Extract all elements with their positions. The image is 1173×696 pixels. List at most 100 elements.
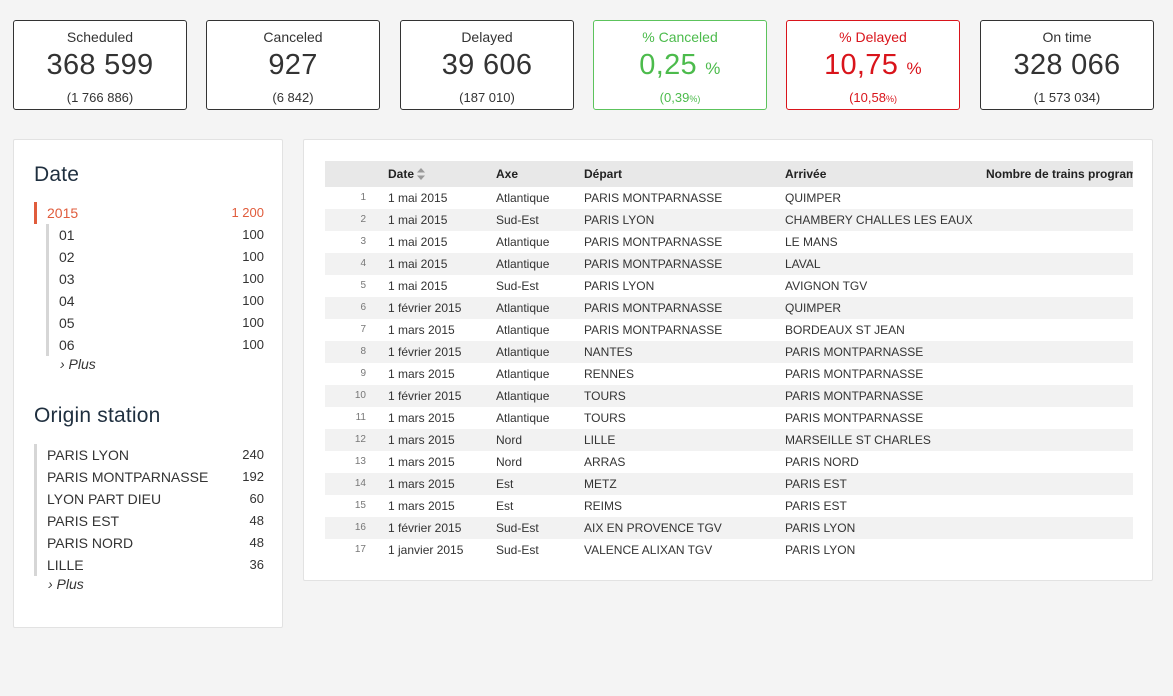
cell-date: 1 février 2015 [388, 521, 462, 535]
facet-item-count: 100 [242, 293, 264, 308]
kpi-value: 927 [268, 49, 318, 81]
kpi-sub-value: (187 010) [459, 90, 515, 105]
table-row[interactable]: 2 1 mai 2015 Sud-Est PARIS LYON CHAMBERY CHA… [325, 209, 1133, 231]
facet-item[interactable]: LYON PART DIEU 60 [37, 488, 284, 510]
cell-depart: REIMS [584, 499, 623, 513]
kpi-label: Canceled [263, 29, 323, 45]
table-row[interactable]: 3 1 mai 2015 Atlantique PARIS MONTPARNASSE L… [325, 231, 1133, 253]
table-row[interactable]: 8 1 février 2015 Atlantique NANTES PARIS MON… [325, 341, 1133, 363]
row-index: 5 [360, 280, 366, 291]
cell-date: 1 mars 2015 [388, 477, 455, 491]
facet-item[interactable]: 03 100 [49, 268, 284, 290]
column-header-arrivee[interactable]: Arrivée [785, 161, 826, 187]
cell-arrivee: QUIMPER [785, 301, 842, 315]
facet-item-count: 192 [242, 469, 264, 484]
table-row[interactable]: 6 1 février 2015 Atlantique PARIS MONTPARNA… [325, 297, 1133, 319]
cell-date: 1 février 2015 [388, 389, 462, 403]
row-index: 17 [354, 544, 366, 555]
facet-item[interactable]: PARIS MONTPARNASSE 192 [37, 466, 284, 488]
kpi-percent-canceled[interactable]: % Canceled 0,25 % (0,39%) [593, 20, 767, 110]
column-header-depart[interactable]: Départ [584, 161, 622, 187]
table-row[interactable]: 1 1 mai 2015 Atlantique PARIS MONTPARNASSE Q… [325, 187, 1133, 209]
column-header-axe[interactable]: Axe [496, 161, 518, 187]
table-row[interactable]: 7 1 mars 2015 Atlantique PARIS MONTPARNASSE… [325, 319, 1133, 341]
facet-date-list: 01 100 02 100 03 100 04 100 05 100 06 10… [46, 224, 284, 356]
facet-item-label: LILLE [47, 557, 84, 573]
facet-item[interactable]: 06 100 [49, 334, 284, 356]
facet-more-link[interactable]: › Plus [48, 574, 84, 594]
cell-date: 1 mars 2015 [388, 499, 455, 513]
facet-item[interactable]: PARIS NORD 48 [37, 532, 284, 554]
facet-selected-year[interactable]: 2015 1 200 [34, 202, 284, 224]
kpi-label: % Delayed [839, 29, 907, 45]
row-index: 14 [354, 478, 366, 489]
kpi-on-time[interactable]: On time 328 066 (1 573 034) [980, 20, 1154, 110]
kpi-sub-value: (0,39%) [659, 90, 701, 105]
cell-date: 1 février 2015 [388, 301, 462, 315]
cell-axe: Nord [496, 455, 523, 469]
table-row[interactable]: 16 1 février 2015 Sud-Est AIX EN PROVENCE T… [325, 517, 1133, 539]
cell-depart: PARIS MONTPARNASSE [584, 191, 723, 205]
kpi-canceled[interactable]: Canceled 927 (6 842) [206, 20, 380, 110]
row-index: 12 [354, 434, 366, 445]
table-row[interactable]: 14 1 mars 2015 Est METZ PARIS EST [325, 473, 1133, 495]
cell-axe: Atlantique [496, 235, 550, 249]
row-index: 8 [360, 346, 366, 357]
cell-axe: Atlantique [496, 367, 550, 381]
facet-item-label: 05 [59, 315, 75, 331]
cell-axe: Atlantique [496, 411, 550, 425]
kpi-value: 39 606 [441, 49, 533, 81]
facet-item-label: 02 [59, 249, 75, 265]
facet-item[interactable]: PARIS LYON 240 [37, 444, 284, 466]
table-row[interactable]: 9 1 mars 2015 Atlantique RENNES PARIS MONTPA… [325, 363, 1133, 385]
cell-arrivee: PARIS MONTPARNASSE [785, 389, 924, 403]
row-index: 7 [360, 324, 366, 335]
kpi-scheduled[interactable]: Scheduled 368 599 (1 766 886) [13, 20, 187, 110]
facet-item[interactable]: PARIS EST 48 [37, 510, 284, 532]
cell-depart: PARIS MONTPARNASSE [584, 301, 723, 315]
facet-more-link[interactable]: › Plus [60, 354, 96, 374]
kpi-percent-delayed[interactable]: % Delayed 10,75 % (10,58%) [786, 20, 960, 110]
column-header-nb-trains[interactable]: Nombre de trains programmés [986, 161, 1133, 187]
cell-arrivee: PARIS EST [785, 499, 847, 513]
cell-arrivee: CHAMBERY CHALLES LES EAUX [785, 213, 973, 227]
table-row[interactable]: 5 1 mai 2015 Sud-Est PARIS LYON AVIGNON TGV [325, 275, 1133, 297]
cell-date: 1 mars 2015 [388, 433, 455, 447]
table-row[interactable]: 17 1 janvier 2015 Sud-Est VALENCE ALIXAN TG… [325, 539, 1133, 561]
facet-item-count: 60 [249, 491, 264, 506]
facet-item[interactable]: LILLE 36 [37, 554, 284, 576]
row-index: 3 [360, 236, 366, 247]
row-index: 10 [354, 390, 366, 401]
table-row[interactable]: 12 1 mars 2015 Nord LILLE MARSEILLE ST CHARL… [325, 429, 1133, 451]
kpi-label: Delayed [461, 29, 513, 45]
kpi-value: 0,25 % [639, 49, 721, 81]
cell-date: 1 mars 2015 [388, 367, 455, 381]
cell-arrivee: PARIS LYON [785, 521, 856, 535]
table-row[interactable]: 10 1 février 2015 Atlantique TOURS PARIS MON… [325, 385, 1133, 407]
cell-date: 1 mars 2015 [388, 411, 455, 425]
facet-item-count: 100 [242, 337, 264, 352]
facet-item[interactable]: 01 100 [49, 224, 284, 246]
sort-updown-icon[interactable] [417, 167, 426, 180]
facet-item[interactable]: 02 100 [49, 246, 284, 268]
cell-depart: TOURS [584, 411, 626, 425]
cell-depart: LILLE [584, 433, 616, 447]
column-header-date[interactable]: Date [388, 161, 426, 187]
cell-arrivee: MARSEILLE ST CHARLES [785, 433, 931, 447]
cell-depart: PARIS MONTPARNASSE [584, 323, 723, 337]
table-row[interactable]: 11 1 mars 2015 Atlantique TOURS PARIS MONTPA… [325, 407, 1133, 429]
facet-item[interactable]: 04 100 [49, 290, 284, 312]
kpi-value: 10,75 % [824, 49, 922, 81]
facet-item-count: 100 [242, 227, 264, 242]
cell-date: 1 février 2015 [388, 345, 462, 359]
table-row[interactable]: 15 1 mars 2015 Est REIMS PARIS EST [325, 495, 1133, 517]
facet-item[interactable]: 05 100 [49, 312, 284, 334]
kpi-label: % Canceled [642, 29, 718, 45]
cell-axe: Est [496, 499, 514, 513]
cell-depart: PARIS LYON [584, 213, 655, 227]
kpi-value: 368 599 [46, 49, 154, 81]
table-row[interactable]: 13 1 mars 2015 Nord ARRAS PARIS NORD [325, 451, 1133, 473]
table-row[interactable]: 4 1 mai 2015 Atlantique PARIS MONTPARNASSE L… [325, 253, 1133, 275]
cell-arrivee: PARIS NORD [785, 455, 859, 469]
kpi-delayed[interactable]: Delayed 39 606 (187 010) [400, 20, 574, 110]
